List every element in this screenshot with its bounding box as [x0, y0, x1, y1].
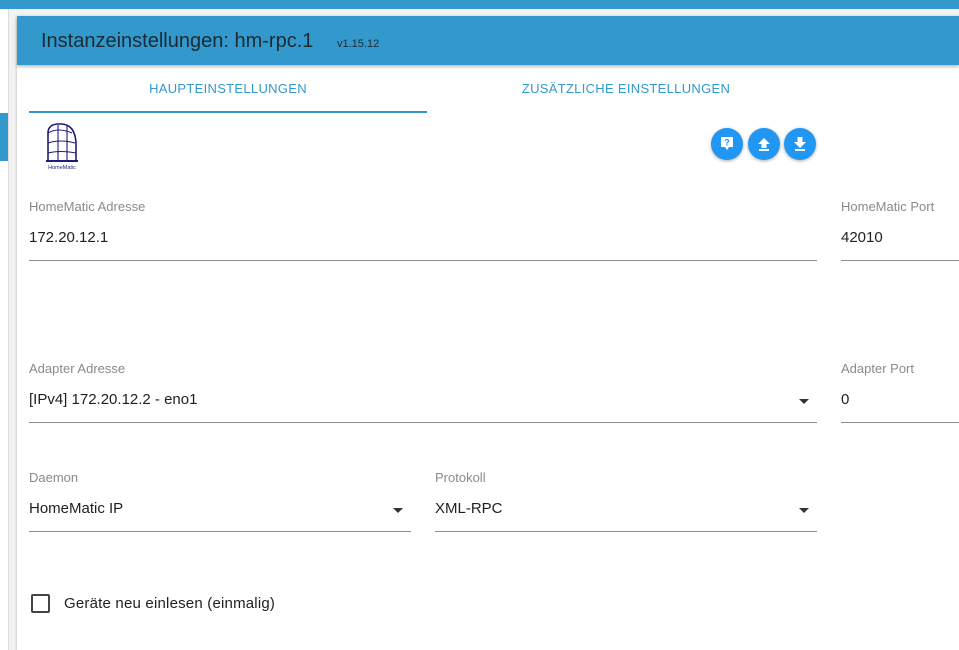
protocol-select[interactable]: Protokoll XML-RPC — [435, 470, 817, 534]
homematic-port-field[interactable]: HomeMatic Port 42010 — [841, 199, 959, 263]
homematic-logo: HomeMatic — [46, 123, 78, 171]
download-button[interactable] — [784, 128, 816, 160]
page-title: Instanzeinstellungen: hm-rpc.1 — [41, 30, 314, 52]
upload-button[interactable] — [748, 128, 780, 160]
adapter-address-underline — [29, 422, 817, 423]
active-tab-indicator — [29, 111, 427, 113]
homematic-address-field[interactable]: HomeMatic Adresse 172.20.12.1 — [29, 199, 817, 263]
help-button[interactable]: ? — [711, 128, 743, 160]
homematic-port-underline — [841, 260, 959, 261]
adapter-port-underline — [841, 422, 959, 423]
tab-main-settings[interactable]: HAUPTEINSTELLUNGEN — [29, 74, 427, 112]
homematic-address-label: HomeMatic Adresse — [29, 199, 146, 214]
adapter-address-label: Adapter Adresse — [29, 361, 126, 376]
homematic-address-input[interactable]: 172.20.12.1 — [29, 229, 108, 246]
adapter-port-field[interactable]: Adapter Port 0 — [841, 361, 959, 425]
protocol-label: Protokoll — [435, 470, 486, 485]
logo-text: HomeMatic — [48, 165, 76, 171]
svg-text:?: ? — [724, 138, 730, 148]
homematic-address-underline — [29, 260, 817, 261]
homematic-port-label: HomeMatic Port — [841, 199, 935, 214]
homematic-port-input[interactable]: 42010 — [841, 229, 883, 246]
protocol-underline — [435, 531, 817, 532]
top-app-bar — [0, 0, 959, 9]
chevron-down-icon[interactable] — [799, 508, 809, 513]
daemon-label: Daemon — [29, 470, 79, 485]
left-sidebar-strip — [0, 9, 9, 650]
daemon-underline — [29, 531, 411, 532]
version-label: v1.15.12 — [337, 38, 380, 50]
tab-additional-settings[interactable]: ZUSÄTZLICHE EINSTELLUNGEN — [427, 74, 825, 112]
adapter-address-value[interactable]: [IPv4] 172.20.12.2 - eno1 — [29, 391, 197, 408]
daemon-value[interactable]: HomeMatic IP — [29, 500, 123, 517]
adapter-address-select[interactable]: Adapter Adresse [IPv4] 172.20.12.2 - eno… — [29, 361, 817, 425]
chevron-down-icon[interactable] — [393, 508, 403, 513]
adapter-port-input[interactable]: 0 — [841, 391, 849, 408]
upload-icon — [758, 138, 770, 151]
help-icon: ? — [721, 137, 733, 150]
sidebar-active-marker[interactable] — [0, 113, 8, 161]
panel-header: Instanzeinstellungen: hm-rpc.1 v1.15.12 — [17, 16, 959, 65]
protocol-value[interactable]: XML-RPC — [435, 500, 503, 517]
download-icon — [794, 137, 806, 151]
instance-settings-panel: Instanzeinstellungen: hm-rpc.1 v1.15.12 … — [17, 16, 959, 650]
chevron-down-icon[interactable] — [799, 399, 809, 404]
adapter-port-label: Adapter Port — [841, 361, 914, 376]
reload-devices-label[interactable]: Geräte neu einlesen (einmalig) — [64, 595, 275, 612]
daemon-select[interactable]: Daemon HomeMatic IP — [29, 470, 411, 534]
reload-devices-checkbox[interactable] — [31, 594, 50, 613]
